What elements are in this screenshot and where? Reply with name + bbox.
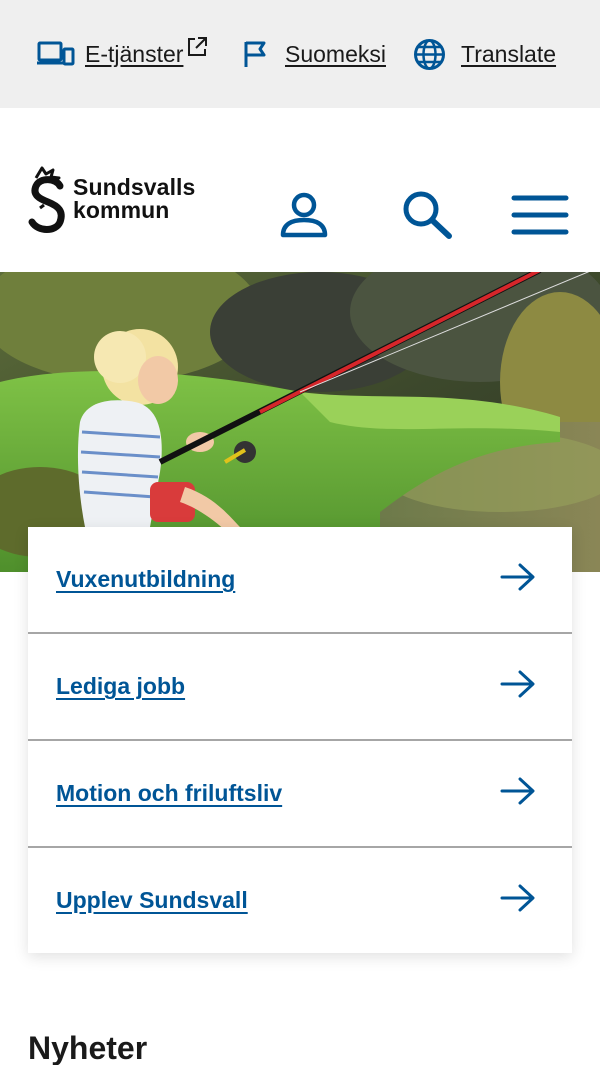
arrow-right-icon — [500, 884, 536, 917]
quick-link-row[interactable]: Motion och friluftsliv — [28, 741, 572, 848]
eservices-link[interactable]: E-tjänster — [37, 0, 208, 108]
logo-emblem-icon — [28, 166, 65, 233]
finnish-link[interactable]: Suomeksi — [243, 0, 386, 108]
quick-link-label[interactable]: Upplev Sundsvall — [56, 887, 248, 914]
quick-link-label[interactable]: Vuxenutbildning — [56, 566, 235, 593]
site-logo[interactable]: Sundsvalls kommun — [26, 164, 216, 236]
arrow-right-icon — [500, 777, 536, 810]
news-heading: Nyheter — [28, 1030, 148, 1065]
logo-line-2: kommun — [73, 197, 170, 223]
hamburger-menu-icon — [511, 195, 569, 235]
site-header: Sundsvalls kommun — [0, 108, 600, 272]
quick-link-label[interactable]: Lediga jobb — [56, 673, 185, 700]
logo-text: Sundsvalls kommun — [73, 176, 195, 222]
quick-links-card: Vuxenutbildning Lediga jobb Motion och f… — [28, 527, 572, 953]
search-icon — [403, 191, 452, 239]
search-button[interactable] — [401, 190, 453, 245]
quick-link-label[interactable]: Motion och friluftsliv — [56, 780, 282, 807]
quick-link-row[interactable]: Vuxenutbildning — [28, 527, 572, 634]
eservices-label: E-tjänster — [85, 40, 184, 67]
translate-link[interactable]: Translate — [413, 0, 556, 108]
utility-bar: E-tjänster Suomeksi Translate — [0, 0, 600, 108]
user-icon — [280, 192, 328, 238]
logo-line-1: Sundsvalls — [73, 174, 196, 200]
globe-icon — [413, 38, 446, 71]
arrow-right-icon — [500, 563, 536, 596]
device-icon — [37, 41, 75, 67]
quick-link-row[interactable]: Lediga jobb — [28, 634, 572, 741]
flag-icon — [243, 40, 269, 68]
menu-button[interactable] — [511, 194, 569, 241]
arrow-right-icon — [500, 670, 536, 703]
external-link-icon — [186, 36, 208, 58]
quick-link-row[interactable]: Upplev Sundsvall — [28, 848, 572, 953]
finnish-label: Suomeksi — [285, 40, 386, 67]
translate-label: Translate — [461, 40, 557, 67]
user-account-button[interactable] — [279, 192, 329, 243]
